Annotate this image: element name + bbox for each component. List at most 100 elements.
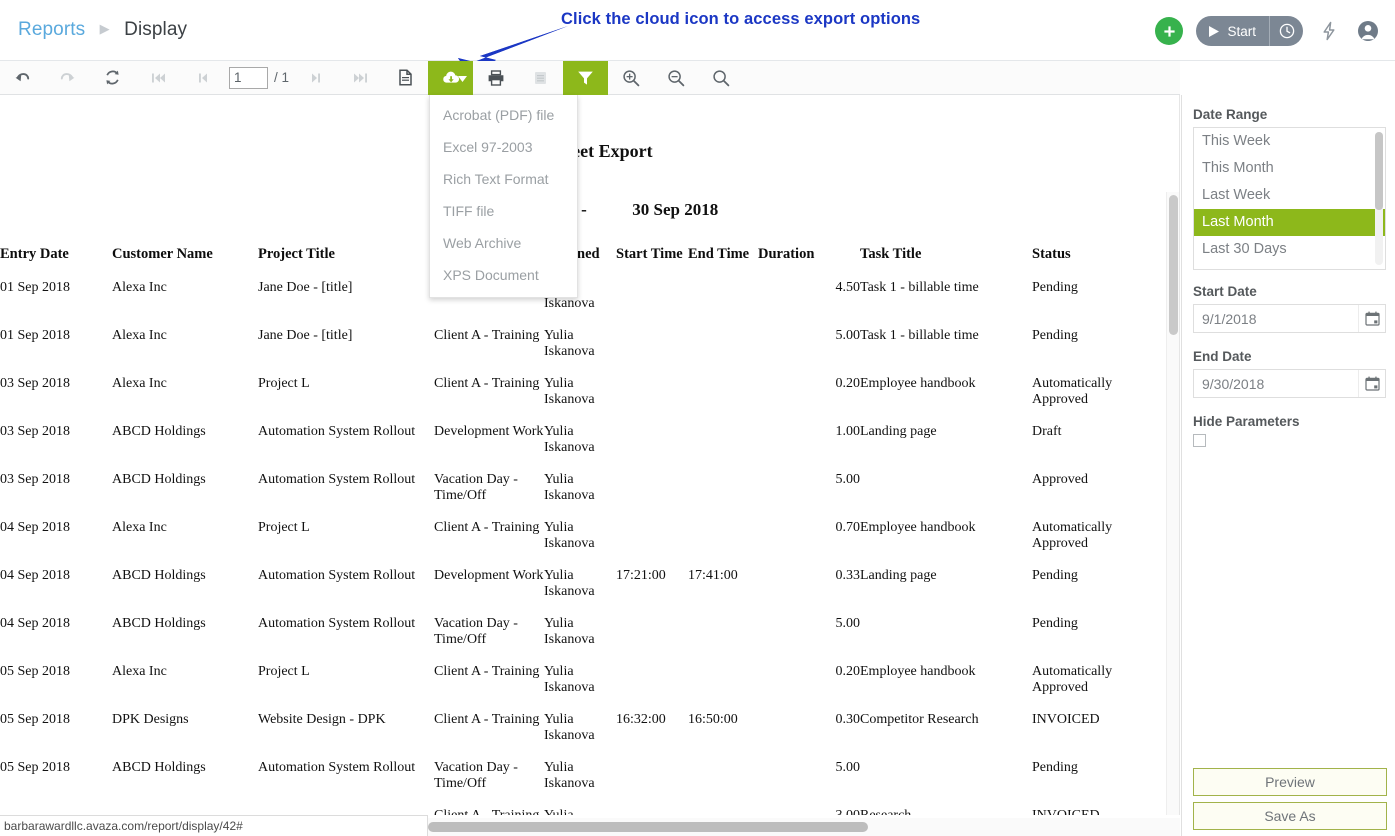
cell-customer: ABCD Holdings (112, 616, 258, 664)
cell-start (616, 808, 688, 815)
start-date-calendar-button[interactable] (1358, 305, 1385, 332)
export-option-rtf[interactable]: Rich Text Format (430, 163, 577, 195)
export-option-tiff[interactable]: TIFF file (430, 195, 577, 227)
cell-status: Pending (1032, 760, 1160, 808)
cell-category: Client A - Training (434, 808, 544, 815)
user-account-button[interactable] (1355, 18, 1381, 44)
header-actions: Start (1155, 14, 1381, 48)
table-row: 04 Sep 2018Alexa IncProject LClient A - … (0, 520, 1160, 568)
date-range-scroll-thumb[interactable] (1375, 132, 1383, 210)
redo-button[interactable] (45, 61, 90, 95)
cell-end (688, 616, 758, 664)
filter-parameters-button[interactable] (563, 61, 608, 95)
hide-parameters-label: Hide Parameters (1193, 414, 1386, 429)
cell-customer: Alexa Inc (112, 376, 258, 424)
cell-end (688, 808, 758, 815)
document-view-button[interactable] (383, 61, 428, 95)
hide-parameters-checkbox[interactable] (1193, 434, 1206, 447)
cell-task: Landing page (860, 568, 1032, 616)
start-timer-button[interactable]: Start (1196, 16, 1269, 46)
undo-icon (14, 69, 31, 86)
cell-category: Development Work (434, 568, 544, 616)
zoom-out-button[interactable] (653, 61, 698, 95)
table-row: 03 Sep 2018ABCD HoldingsAutomation Syste… (0, 424, 1160, 472)
page-total-label: / 1 (274, 70, 289, 85)
report-vertical-scroll-thumb[interactable] (1169, 195, 1178, 335)
cell-project: Automation System Rollout (258, 616, 434, 664)
cell-user: Yulia Iskanova (544, 424, 616, 472)
cell-category: Development Work (434, 424, 544, 472)
breadcrumb-reports-link[interactable]: Reports (18, 19, 85, 40)
cell-project: Automation System Rollout (258, 568, 434, 616)
report-canvas: Timesheet Export 01 Sep 2018 - 30 Sep 20… (0, 95, 1180, 815)
report-parameters-panel: Date Range This Week This Month Last Wee… (1181, 95, 1395, 836)
cell-date: 05 Sep 2018 (0, 760, 112, 808)
search-report-button[interactable] (698, 61, 743, 95)
report-date-range: 01 Sep 2018 - 30 Sep 2018 (0, 200, 1168, 220)
report-page: Timesheet Export 01 Sep 2018 - 30 Sep 20… (0, 95, 1168, 815)
cell-customer: DPK Designs (112, 712, 258, 760)
cell-user: Yulia Iskanova (544, 568, 616, 616)
plus-icon (1162, 24, 1177, 39)
last-page-button[interactable] (338, 61, 383, 95)
date-range-option-last-month[interactable]: Last Month (1194, 209, 1385, 236)
redo-icon (59, 69, 76, 86)
table-row: 04 Sep 2018ABCD HoldingsAutomation Syste… (0, 568, 1160, 616)
export-option-xps[interactable]: XPS Document (430, 259, 577, 291)
cell-end (688, 424, 758, 472)
date-range-option-this-week[interactable]: This Week (1194, 128, 1385, 155)
preview-button[interactable]: Preview (1193, 768, 1387, 796)
cell-category: Client A - Training (434, 328, 544, 376)
export-option-web-archive[interactable]: Web Archive (430, 227, 577, 259)
previous-page-icon (196, 71, 210, 85)
cell-project: Project L (258, 520, 434, 568)
end-date-calendar-button[interactable] (1358, 370, 1385, 397)
export-option-excel[interactable]: Excel 97-2003 (430, 131, 577, 163)
cell-task: Landing page (860, 424, 1032, 472)
report-horizontal-scroll-thumb[interactable] (428, 822, 868, 832)
quick-actions-button[interactable] (1316, 18, 1342, 44)
cell-customer: ABCD Holdings (112, 424, 258, 472)
cell-end: 16:50:00 (688, 712, 758, 760)
undo-button[interactable] (0, 61, 45, 95)
next-page-button[interactable] (293, 61, 338, 95)
print-button[interactable] (473, 61, 518, 95)
timer-clock-button[interactable] (1269, 16, 1303, 46)
cell-start (616, 376, 688, 424)
zoom-in-button[interactable] (608, 61, 653, 95)
cell-status: Pending (1032, 280, 1160, 328)
date-range-option-last-30-days[interactable]: Last 30 Days (1194, 236, 1385, 263)
save-as-button[interactable]: Save As (1193, 802, 1387, 830)
report-vertical-scrollbar[interactable] (1166, 192, 1179, 815)
table-row: 01 Sep 2018Alexa IncJane Doe - [title]Cl… (0, 280, 1160, 328)
cell-category: Client A - Training (434, 376, 544, 424)
cell-date: 03 Sep 2018 (0, 424, 112, 472)
column-header-task-title: Task Title (860, 246, 1032, 280)
start-timer-group[interactable]: Start (1196, 16, 1303, 46)
add-new-button[interactable] (1155, 17, 1183, 45)
previous-page-button[interactable] (180, 61, 225, 95)
export-option-pdf[interactable]: Acrobat (PDF) file (430, 99, 577, 131)
date-range-scrollbar[interactable] (1375, 132, 1383, 265)
annotation-label: Click the cloud icon to access export op… (561, 10, 920, 29)
first-page-button[interactable] (135, 61, 180, 95)
export-cloud-button[interactable] (428, 61, 473, 95)
date-range-listbox[interactable]: This Week This Month Last Week Last Mont… (1193, 127, 1386, 270)
table-body: 01 Sep 2018Alexa IncJane Doe - [title]Cl… (0, 280, 1160, 815)
page-setup-button[interactable] (518, 61, 563, 95)
column-header-status: Status (1032, 246, 1160, 280)
table-row: 05 Sep 2018DPK DesignsWebsite Design - D… (0, 712, 1160, 760)
cell-user: Yulia Iskanova (544, 376, 616, 424)
end-date-field-wrap (1193, 369, 1386, 398)
cell-task: Employee handbook (860, 664, 1032, 712)
cell-status: Automatically Approved (1032, 664, 1160, 712)
cell-start (616, 424, 688, 472)
cell-user: Yulia Iskanova (544, 712, 616, 760)
page-number-input[interactable] (229, 67, 268, 89)
date-range-option-last-60-days[interactable]: Last 60 Days (1194, 263, 1385, 270)
refresh-button[interactable] (90, 61, 135, 95)
date-range-option-last-week[interactable]: Last Week (1194, 182, 1385, 209)
table-row: 04 Sep 2018ABCD HoldingsAutomation Syste… (0, 616, 1160, 664)
date-range-option-this-month[interactable]: This Month (1194, 155, 1385, 182)
cell-category: Client A - Training (434, 664, 544, 712)
